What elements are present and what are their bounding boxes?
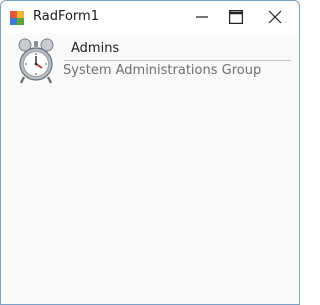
maximize-icon (229, 10, 243, 24)
client-area: Admins System Administrations Group (2, 33, 298, 304)
list-item[interactable]: Admins System Administrations Group (8, 36, 292, 88)
app-icon[interactable] (10, 10, 24, 25)
close-button[interactable] (255, 1, 293, 33)
window-title: RadForm1 (33, 9, 99, 24)
maximize-button[interactable] (216, 1, 254, 33)
item-title: Admins (71, 41, 120, 56)
minimize-icon (196, 16, 208, 18)
alarm-clock-icon (16, 37, 56, 87)
item-separator (64, 60, 291, 61)
item-description: System Administrations Group (63, 63, 262, 78)
close-icon (268, 10, 282, 24)
title-bar[interactable]: RadForm1 (1, 1, 299, 33)
app-window: RadForm1 Admins System Administrations G… (0, 0, 300, 305)
